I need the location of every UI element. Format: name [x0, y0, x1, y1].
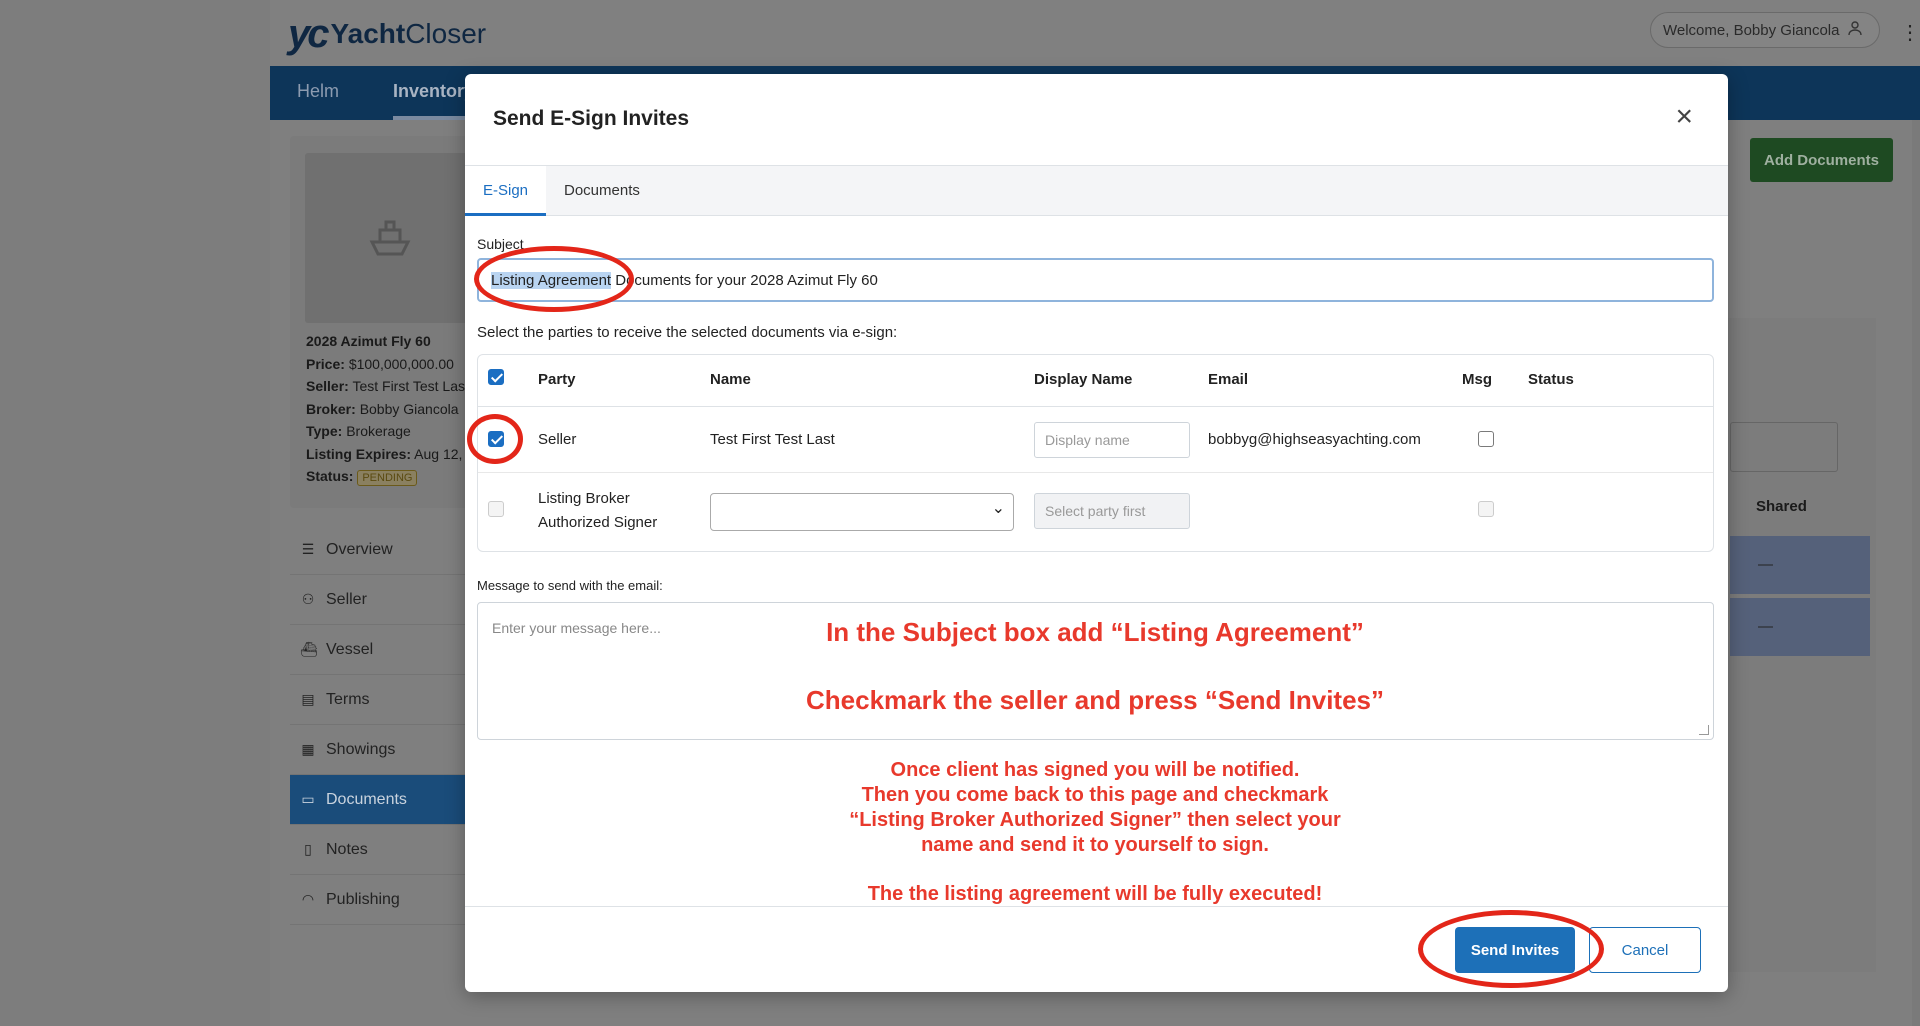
col-display-name: Display Name — [1034, 371, 1133, 388]
shared-column-header[interactable]: Shared — [1756, 498, 1807, 515]
msg-checkbox[interactable] — [1478, 431, 1494, 447]
send-invites-button[interactable]: Send Invites — [1455, 927, 1575, 973]
listing-broker: Broker: Bobby Giancola — [306, 401, 459, 417]
document-icon: ▤ — [301, 691, 315, 707]
col-msg: Msg — [1462, 371, 1492, 388]
seller-checkbox[interactable] — [488, 431, 504, 447]
add-documents-button[interactable]: Add Documents — [1750, 138, 1893, 182]
listing-seller: Seller: Test First Test Last — [306, 378, 469, 394]
listing-expires: Listing Expires: Aug 12, 2 — [306, 446, 475, 462]
side-item-terms[interactable]: ▤ Terms — [290, 675, 490, 725]
tab-esign[interactable]: E-Sign — [465, 166, 547, 216]
listing-title: 2028 Azimut Fly 60 — [306, 333, 431, 349]
col-status: Status — [1528, 371, 1574, 388]
table-header: Party Name Display Name Email Msg Status — [478, 355, 1713, 407]
annotation-instructions: Once client has signed you will be notif… — [849, 759, 1341, 905]
display-name-input[interactable]: Display name — [1034, 422, 1190, 458]
shared-value: — — [1758, 556, 1773, 573]
message-placeholder: Enter your message here... — [492, 620, 661, 636]
message-label: Message to send with the email: — [477, 578, 663, 593]
user-menu[interactable]: Welcome, Bobby Giancola — [1650, 12, 1880, 48]
parties-label: Select the parties to receive the select… — [477, 324, 898, 341]
nav-helm[interactable]: Helm — [297, 66, 339, 120]
side-menu: ☰ Overview ⚇ Seller ⛴ Vessel ▤ Terms ▦ Showin… — [290, 525, 490, 925]
table-row[interactable] — [1730, 536, 1870, 594]
side-item-seller[interactable]: ⚇ Seller — [290, 575, 490, 625]
party-seller: Seller — [538, 431, 577, 448]
side-item-publishing[interactable]: ◠ Publishing — [290, 875, 490, 925]
side-item-notes[interactable]: ▯ Notes — [290, 825, 490, 875]
panel-toolbar — [1730, 422, 1838, 472]
table-row[interactable] — [1730, 598, 1870, 656]
side-item-vessel[interactable]: ⛴ Vessel — [290, 625, 490, 675]
subject-text: Documents for your 2028 Azimut Fly 60 — [611, 271, 878, 289]
close-icon[interactable]: × — [1675, 102, 1693, 132]
seller-email: bobbyg@highseasyachting.com — [1208, 431, 1421, 448]
note-icon: ▯ — [304, 841, 312, 857]
parties-table: Party Name Display Name Email Msg Status… — [477, 354, 1714, 552]
folder-icon: ▭ — [301, 791, 315, 807]
table-row: Seller Test First Test Last Display name… — [478, 407, 1713, 473]
side-item-documents[interactable]: ▭ Documents — [290, 775, 490, 825]
select-all-checkbox[interactable] — [488, 369, 504, 385]
status-badge: PENDING — [357, 470, 418, 486]
tab-documents[interactable]: Documents — [546, 166, 658, 216]
cancel-button[interactable]: Cancel — [1589, 927, 1701, 973]
user-icon — [1847, 20, 1863, 40]
modal-title: Send E-Sign Invites — [493, 107, 690, 130]
shared-value: — — [1758, 618, 1773, 635]
annotation-subject: In the Subject box add “Listing Agreemen… — [826, 617, 1364, 647]
seller-name: Test First Test Last — [710, 431, 835, 448]
listing-status: Status: PENDING — [306, 468, 418, 486]
broker-name-select[interactable] — [710, 493, 1014, 531]
user-icon: ⚇ — [301, 591, 315, 607]
ship-icon — [362, 208, 418, 269]
col-party: Party — [538, 371, 576, 388]
side-item-overview[interactable]: ☰ Overview — [290, 525, 490, 575]
calendar-icon: ▦ — [301, 741, 315, 757]
broker-display-name-input[interactable]: Select party first — [1034, 493, 1190, 529]
subject-input[interactable]: Listing Agreement Documents for your 202… — [477, 258, 1714, 302]
col-name: Name — [710, 371, 751, 388]
rss-icon: ◠ — [301, 891, 315, 907]
listing-price: Price: $100,000,000.00 — [306, 356, 454, 372]
boat-photo — [305, 153, 475, 323]
esign-modal: Send E-Sign Invites × E-Sign Documents S… — [465, 74, 1728, 992]
list-icon: ☰ — [301, 541, 315, 557]
logo-mark: yc — [288, 11, 329, 56]
side-item-showings[interactable]: ▦ Showings — [290, 725, 490, 775]
welcome-text: Welcome, Bobby Giancola — [1663, 21, 1840, 39]
broker-checkbox[interactable] — [488, 501, 504, 517]
listing-type: Type: Brokerage — [306, 423, 411, 439]
table-row: Listing Broker Authorized Signer Select … — [478, 473, 1713, 551]
left-gutter — [0, 0, 270, 1026]
ship-icon: ⛴ — [300, 641, 318, 657]
kebab-menu-icon[interactable]: ⋮ — [1900, 20, 1920, 45]
annotation-checkmark: Checkmark the seller and press “Send Inv… — [805, 685, 1385, 715]
party-broker: Listing Broker Authorized Signer — [538, 490, 658, 531]
modal-footer: Send Invites Cancel — [465, 906, 1728, 992]
yachtcloser-logo[interactable]: yc YachtCloser — [288, 6, 486, 62]
modal-tabs: E-Sign Documents — [465, 166, 1728, 216]
logo-text: YachtCloser — [330, 18, 487, 49]
modal-header: Send E-Sign Invites × — [465, 74, 1728, 166]
resize-grip-icon[interactable] — [1699, 725, 1709, 735]
subject-highlighted-text: Listing Agreement — [491, 271, 612, 289]
subject-label: Subject — [477, 236, 524, 252]
broker-msg-checkbox[interactable] — [1478, 501, 1494, 517]
col-email: Email — [1208, 371, 1249, 388]
